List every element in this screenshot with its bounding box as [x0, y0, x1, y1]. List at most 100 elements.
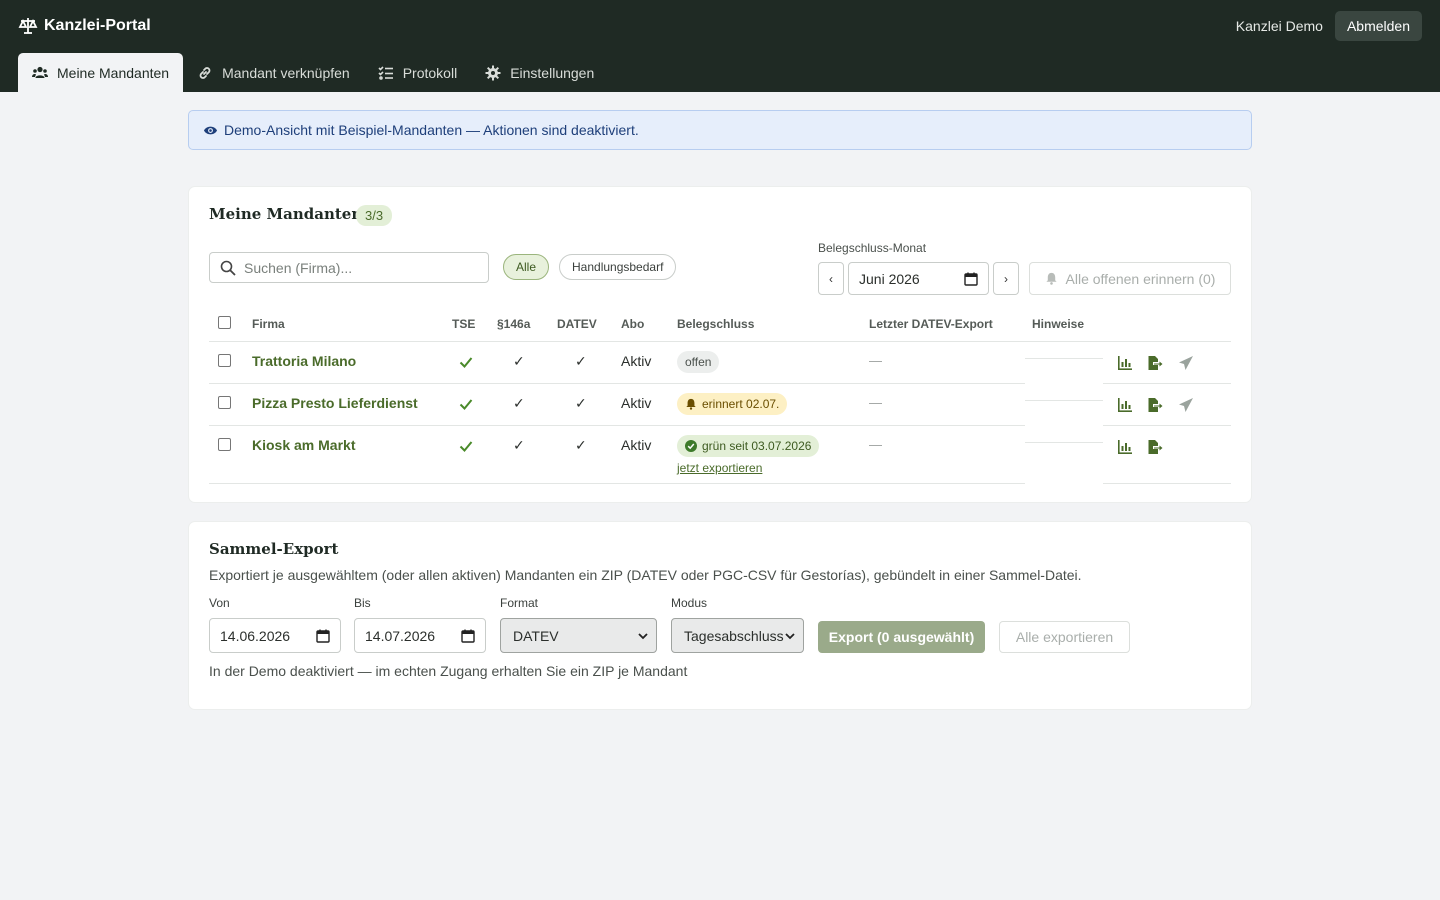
calendar-icon[interactable] — [461, 629, 475, 643]
abo-status: Aktiv — [621, 395, 652, 411]
row-divider — [209, 483, 1025, 484]
check-146a: ✓ — [513, 353, 525, 369]
tab-log[interactable]: Protokoll — [364, 53, 471, 92]
col-hints: Hinweise — [1032, 317, 1085, 331]
check-datev: ✓ — [575, 395, 587, 411]
file-export-icon[interactable] — [1147, 355, 1163, 371]
check-datev: ✓ — [575, 353, 587, 369]
logout-button[interactable]: Abmelden — [1334, 11, 1422, 41]
mode-label: Modus — [671, 596, 708, 610]
col-firm: Firma — [252, 317, 285, 331]
col-146a: §146a — [497, 317, 531, 331]
format-select[interactable]: DATEV — [500, 618, 657, 653]
month-input[interactable]: Juni 2026 — [848, 262, 989, 295]
remind-all-button[interactable]: Alle offenen erinnern (0) — [1029, 262, 1231, 295]
last-export: — — [869, 395, 882, 410]
row-checkbox[interactable] — [218, 396, 231, 409]
col-abo: Abo — [621, 317, 645, 331]
clients-title: Meine Mandanten — [209, 205, 363, 223]
file-export-icon[interactable] — [1147, 439, 1163, 455]
link-icon — [199, 66, 211, 79]
file-export-icon[interactable] — [1147, 397, 1163, 413]
to-value: 14.07.2026 — [365, 627, 436, 644]
month-prev-button[interactable]: ‹ — [818, 262, 844, 295]
gear-icon — [485, 65, 501, 80]
users-icon — [32, 66, 48, 78]
status-badge: erinnert 02.07. — [677, 393, 788, 415]
search-input[interactable] — [244, 259, 464, 276]
eye-icon — [203, 126, 218, 134]
row-checkbox[interactable] — [218, 438, 231, 451]
col-tse: TSE — [452, 317, 476, 331]
status-badge: grün seit 03.07.2026 — [677, 435, 820, 457]
chart-icon[interactable] — [1117, 397, 1133, 413]
tab-settings[interactable]: Einstellungen — [471, 53, 608, 92]
row-checkbox[interactable] — [218, 354, 231, 367]
check-146a: ✓ — [513, 395, 525, 411]
abo-status: Aktiv — [621, 437, 652, 453]
remind-all-label: Alle offenen erinnern (0) — [1065, 270, 1216, 287]
status-text: grün seit 03.07.2026 — [702, 439, 812, 453]
hint-divider — [1025, 442, 1103, 443]
chevron-down-icon — [638, 633, 648, 640]
row-divider — [1103, 383, 1231, 384]
mode-select[interactable]: Tagesabschluss — [671, 618, 804, 653]
header-divider — [209, 341, 1231, 342]
search-box[interactable] — [209, 252, 489, 283]
status-text: offen — [685, 355, 712, 369]
app-title: Kanzlei-Portal — [44, 17, 151, 34]
mode-value: Tagesabschluss — [684, 627, 784, 644]
check-146a: ✓ — [513, 437, 525, 453]
check-green-icon — [459, 399, 473, 410]
select-all-checkbox[interactable] — [218, 316, 231, 329]
last-export: — — [869, 353, 882, 368]
send-icon[interactable] — [1178, 355, 1194, 371]
row-divider — [1103, 483, 1231, 484]
user-name: Kanzlei Demo — [1235, 18, 1323, 34]
from-label: Von — [209, 596, 230, 610]
search-icon — [220, 260, 236, 276]
count-badge: 3/3 — [356, 205, 393, 226]
check-circle-icon — [685, 440, 697, 452]
export-selected-button[interactable]: Export (0 ausgewählt) — [818, 621, 985, 653]
tab-label: Einstellungen — [510, 64, 595, 81]
banner-text: Demo-Ansicht mit Beispiel-Mandanten — Ak… — [224, 122, 639, 138]
calendar-icon[interactable] — [316, 629, 330, 643]
filter-all[interactable]: Alle — [503, 254, 550, 280]
row-divider — [209, 383, 1025, 384]
filter-action-needed[interactable]: Handlungsbedarf — [559, 254, 677, 280]
firm-link[interactable]: Kiosk am Markt — [252, 437, 355, 453]
scale-icon — [18, 18, 38, 34]
calendar-icon[interactable] — [964, 272, 978, 286]
demo-note: In der Demo deaktiviert — im echten Zuga… — [209, 663, 688, 679]
tab-clients[interactable]: Meine Mandanten — [18, 53, 184, 92]
row-divider — [209, 425, 1025, 426]
bell-icon — [686, 398, 696, 410]
export-now-link[interactable]: jetzt exportieren — [677, 461, 762, 475]
col-datev: DATEV — [557, 317, 597, 331]
chart-icon[interactable] — [1117, 355, 1133, 371]
month-next-button[interactable]: › — [993, 262, 1019, 295]
export-title: Sammel-Export — [209, 540, 339, 558]
chart-icon[interactable] — [1117, 439, 1133, 455]
brand[interactable]: Kanzlei-Portal — [18, 16, 151, 36]
from-date-input[interactable]: 14.06.2026 — [209, 618, 341, 653]
check-green-icon — [459, 357, 473, 368]
to-date-input[interactable]: 14.07.2026 — [354, 618, 486, 653]
col-closing: Belegschluss — [677, 317, 755, 331]
last-export: — — [869, 437, 882, 452]
export-all-button[interactable]: Alle exportieren — [999, 621, 1130, 653]
clients-card: Meine Mandanten 3/3 Alle Handlungsbedarf… — [189, 187, 1251, 502]
send-icon[interactable] — [1178, 397, 1194, 413]
tab-label: Mandant verknüpfen — [222, 64, 350, 81]
export-description: Exportiert je ausgewähltem (oder allen a… — [209, 567, 1082, 583]
firm-link[interactable]: Trattoria Milano — [252, 353, 356, 369]
demo-banner: Demo-Ansicht mit Beispiel-Mandanten — Ak… — [188, 110, 1252, 150]
tab-link-client[interactable]: Mandant verknüpfen — [183, 53, 364, 92]
firm-link[interactable]: Pizza Presto Lieferdienst — [252, 395, 418, 411]
to-label: Bis — [354, 596, 371, 610]
format-label: Format — [500, 596, 539, 610]
abo-status: Aktiv — [621, 353, 652, 369]
bell-icon — [1045, 272, 1057, 285]
main-tabs: Meine Mandanten Mandant verknüpfen Proto… — [18, 53, 608, 92]
